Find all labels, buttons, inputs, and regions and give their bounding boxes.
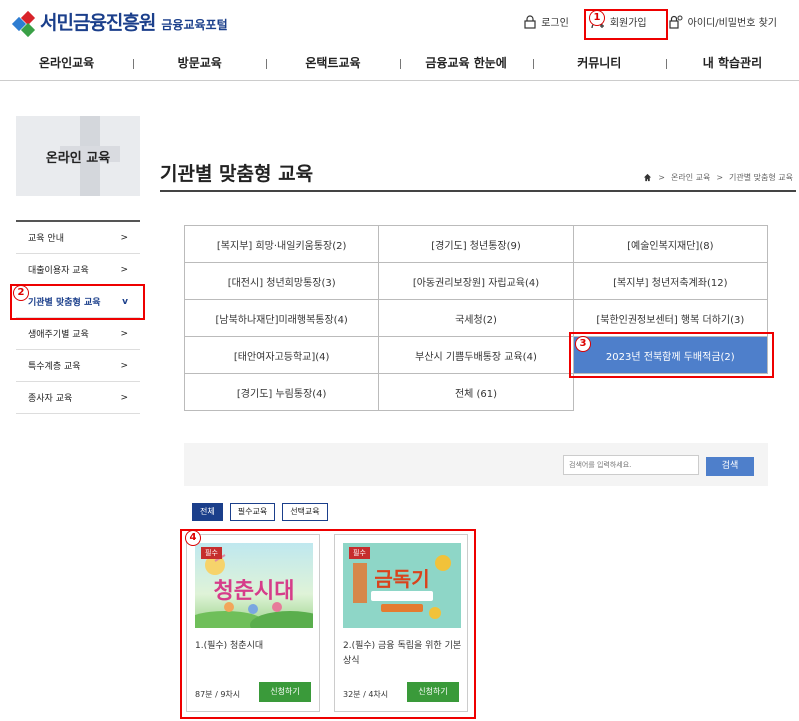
sidebar-banner: 온라인 교육 (16, 116, 140, 196)
grid-empty-cell (573, 374, 768, 411)
sidebar-item-education-guide[interactable]: 교육 안내 > (16, 222, 140, 254)
chevron-right-icon: > (120, 392, 128, 403)
category-item[interactable]: [대전시] 청년희망통장(3) (185, 263, 380, 300)
page-title: 기관별 맞춤형 교육 (160, 163, 314, 185)
sidebar-item-label: 교육 안내 (28, 234, 64, 244)
find-account-link[interactable]: 아이디/비밀번호 찾기 (669, 14, 777, 29)
gnb-education-overview[interactable]: 금융교육 한눈에 (399, 48, 533, 80)
annotation-number-3: 3 (575, 336, 591, 352)
course-filter-tabs: 전체 필수교육 선택교육 (192, 503, 335, 521)
gnb-ontact-education[interactable]: 온택트교육 (266, 48, 399, 80)
annotation-number-1: 1 (589, 10, 605, 26)
breadcrumb-online-education[interactable]: 온라인 교육 (671, 172, 710, 183)
sidebar-item-label: 종사자 교육 (28, 394, 73, 404)
chevron-right-icon: > (120, 232, 128, 243)
search-bar: 검색 (184, 443, 768, 486)
login-label: 로그인 (541, 18, 569, 29)
search-input[interactable] (563, 455, 699, 475)
sidebar-item-worker-education[interactable]: 종사자 교육 > (16, 382, 140, 414)
category-item[interactable]: [복지부] 희망·내일키움통장(2) (185, 226, 380, 263)
annotation-box-3 (569, 332, 774, 378)
sidebar-item-label: 특수계층 교육 (28, 362, 81, 372)
category-item[interactable]: 국세청(2) (379, 300, 574, 337)
sidebar-item-label: 생애주기별 교육 (28, 330, 89, 340)
breadcrumb-separator: > (716, 173, 724, 182)
category-item[interactable]: [남북하나재단]미래행복통장(4) (185, 300, 380, 337)
annotation-box-2 (10, 284, 145, 320)
annotation-number-4: 4 (185, 530, 201, 546)
sidebar-item-lifecycle-education[interactable]: 생애주기별 교육 > (16, 318, 140, 350)
gnb-visit-education[interactable]: 방문교육 (133, 48, 266, 80)
breadcrumb: > 온라인 교육 > 기관별 맞춤형 교육 (643, 172, 793, 183)
chevron-right-icon: > (120, 360, 128, 371)
category-item[interactable]: [태안여자고등학교](4) (185, 337, 380, 374)
filter-elective[interactable]: 선택교육 (282, 503, 328, 521)
category-item[interactable]: [경기도] 청년통장(9) (379, 226, 574, 263)
chevron-right-icon: > (120, 264, 128, 275)
lock-search-icon (669, 15, 683, 29)
login-link[interactable]: 로그인 (524, 14, 569, 29)
logo-mark-icon (11, 10, 36, 38)
title-divider (160, 190, 796, 192)
category-grid: [복지부] 희망·내일키움통장(2) [경기도] 청년통장(9) [예술인복지재… (184, 225, 768, 411)
category-item[interactable]: [경기도] 누림통장(4) (185, 374, 380, 411)
category-item[interactable]: [아동권리보장원] 자립교육(4) (379, 263, 574, 300)
gnb-online-education[interactable]: 온라인교육 (0, 48, 133, 80)
logo-subtitle: 금융교육포털 (161, 18, 228, 32)
category-item[interactable]: [복지부] 청년저축계좌(12) (573, 263, 768, 300)
category-item[interactable]: 부산시 기쁨두배통장 교육(4) (379, 337, 574, 374)
filter-required[interactable]: 필수교육 (229, 503, 276, 521)
annotation-number-2: 2 (13, 285, 29, 301)
category-item-all[interactable]: 전체 (61) (379, 374, 574, 411)
annotation-box-4 (180, 529, 476, 719)
breadcrumb-current: 기관별 맞춤형 교육 (729, 173, 793, 182)
gnb-my-learning[interactable]: 내 학습관리 (665, 48, 799, 80)
breadcrumb-separator: > (658, 173, 665, 182)
filter-all[interactable]: 전체 (192, 503, 223, 521)
chevron-right-icon: > (120, 328, 128, 339)
sidebar-banner-title: 온라인 교육 (45, 151, 111, 166)
sidebar-item-label: 대출이용자 교육 (28, 266, 89, 276)
sidebar-item-special-group-education[interactable]: 특수계층 교육 > (16, 350, 140, 382)
global-nav: 온라인교육 방문교육 온택트교육 금융교육 한눈에 커뮤니티 내 학습관리 (0, 48, 799, 81)
gnb-community[interactable]: 커뮤니티 (532, 48, 666, 80)
site-logo[interactable]: 서민금융진흥원 금융교육포털 (11, 8, 228, 38)
category-item[interactable]: [예술인복지재단](8) (573, 226, 768, 263)
home-icon[interactable] (643, 173, 652, 182)
find-account-label: 아이디/비밀번호 찾기 (687, 18, 777, 29)
lock-icon (524, 14, 536, 29)
sidebar-item-loan-user-education[interactable]: 대출이용자 교육 > (16, 254, 140, 286)
search-button[interactable]: 검색 (706, 457, 754, 476)
logo-text: 서민금융진흥원 (40, 12, 156, 34)
